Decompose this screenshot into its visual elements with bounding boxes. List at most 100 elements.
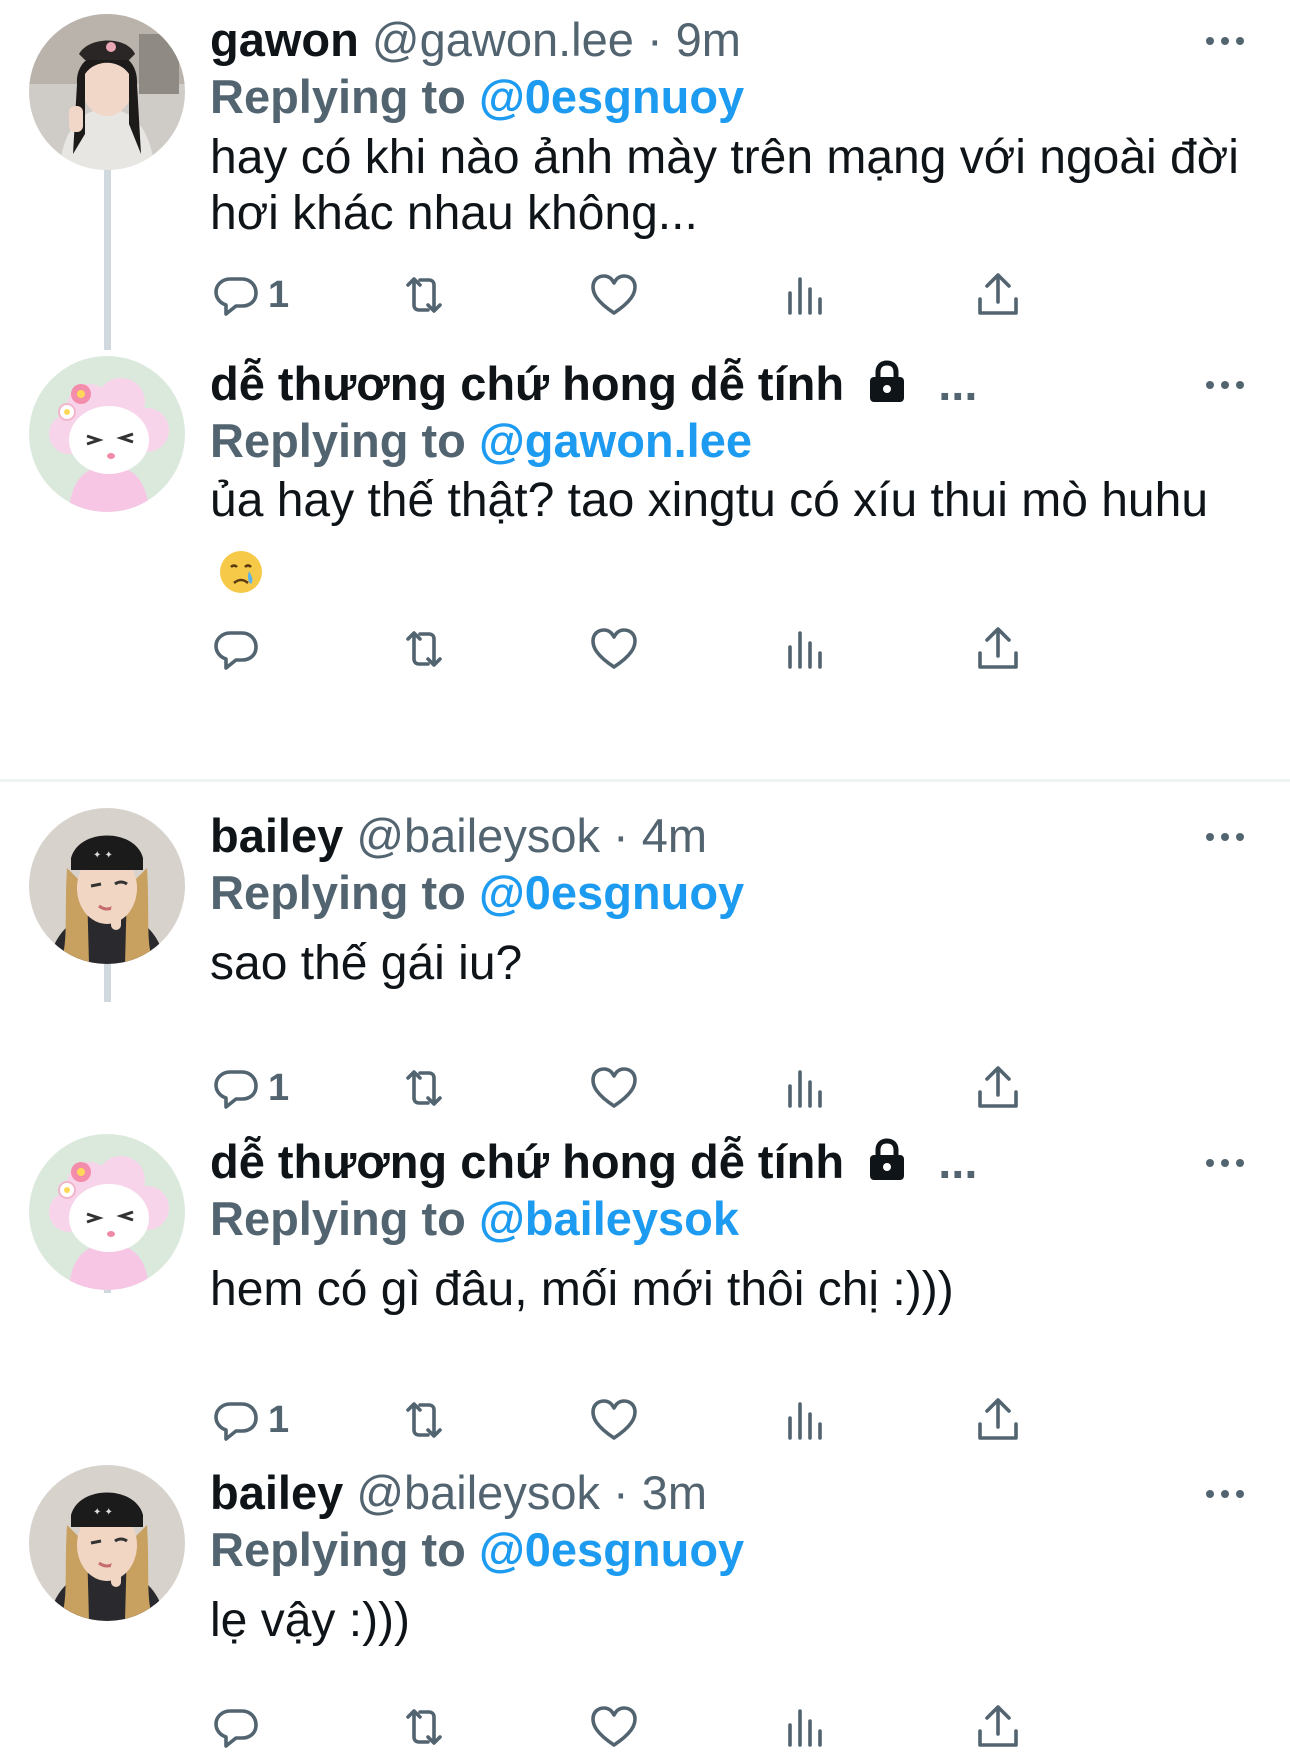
timestamp[interactable]: 3m: [642, 1466, 707, 1519]
replying-to-line: Replying to @0esgnuoy: [210, 865, 744, 921]
retweet-button[interactable]: [398, 619, 450, 679]
display-name[interactable]: bailey: [210, 809, 343, 862]
svg-text:✦ ✦: ✦ ✦: [93, 850, 113, 861]
more-options-icon[interactable]: [1202, 1479, 1248, 1509]
replying-to-label: Replying to: [210, 1523, 466, 1576]
reply-count: 1: [268, 1066, 290, 1109]
retweet-icon: [406, 1402, 442, 1438]
sheep-avatar: [29, 1134, 185, 1290]
retweet-button[interactable]: [398, 1058, 450, 1118]
avatar[interactable]: [29, 1134, 185, 1290]
tweet-header: gawon @gawon.lee · 9m: [210, 12, 741, 68]
like-button[interactable]: [588, 265, 640, 325]
replying-to-label: Replying to: [210, 866, 466, 919]
display-name[interactable]: dễ thương chứ hong dễ tính: [210, 1135, 844, 1188]
replying-to-label: Replying to: [210, 70, 466, 123]
more-options-icon[interactable]: [1202, 370, 1248, 400]
like-icon: [591, 274, 637, 315]
like-icon: [591, 1399, 637, 1440]
reply-button[interactable]: 1: [210, 1058, 289, 1118]
action-bar: 1: [210, 1390, 1150, 1450]
more-options-icon[interactable]: [1202, 26, 1248, 56]
photo-avatar-bailey: ✦ ✦: [29, 808, 185, 964]
like-button[interactable]: [588, 1697, 640, 1757]
action-bar: [210, 619, 1150, 679]
avatar[interactable]: ✦ ✦: [29, 1465, 185, 1621]
display-name[interactable]: bailey: [210, 1466, 343, 1519]
replying-to-mention[interactable]: @gawon.lee: [479, 414, 752, 467]
like-button[interactable]: [588, 619, 640, 679]
display-name[interactable]: dễ thương chứ hong dễ tính: [210, 357, 844, 410]
like-button[interactable]: [588, 1058, 640, 1118]
views-icon: [788, 1402, 822, 1440]
reply-button[interactable]: 1: [210, 265, 289, 325]
avatar[interactable]: [29, 356, 185, 512]
like-button[interactable]: [588, 1390, 640, 1450]
tweet-text: hem có gì đâu, mối mới thôi chị :))): [210, 1263, 954, 1316]
views-button[interactable]: [780, 1697, 832, 1757]
retweet-icon: [406, 1070, 442, 1106]
tweet-text: lẹ vậy :))): [210, 1594, 411, 1647]
reply-count: 1: [268, 1398, 290, 1441]
retweet-button[interactable]: [398, 1697, 450, 1757]
share-button[interactable]: [972, 1058, 1024, 1118]
retweet-button[interactable]: [398, 265, 450, 325]
thread-divider: [0, 779, 1290, 782]
replying-to-mention[interactable]: @0esgnuoy: [479, 866, 744, 919]
name-truncation: ...: [938, 357, 978, 410]
retweet-icon: [406, 277, 442, 313]
reply-count: 1: [268, 273, 290, 316]
separator-dot: ·: [613, 809, 629, 862]
views-button[interactable]: [780, 265, 832, 325]
views-button[interactable]: [780, 1058, 832, 1118]
share-icon: [978, 273, 1018, 315]
share-button[interactable]: [972, 265, 1024, 325]
replying-to-mention[interactable]: @0esgnuoy: [479, 1523, 744, 1576]
views-icon: [788, 277, 822, 315]
photo-avatar-gawon: [29, 14, 185, 170]
user-handle[interactable]: @baileysok: [356, 809, 600, 862]
avatar[interactable]: [29, 14, 185, 170]
photo-avatar-bailey: ✦ ✦: [29, 1465, 185, 1621]
views-button[interactable]: [780, 1390, 832, 1450]
tweet-text: sao thế gái iu?: [210, 937, 523, 990]
share-button[interactable]: [972, 619, 1024, 679]
share-icon: [978, 1705, 1018, 1747]
share-icon: [978, 1066, 1018, 1108]
share-button[interactable]: [972, 1390, 1024, 1450]
separator-dot: ·: [646, 13, 663, 66]
timestamp[interactable]: 4m: [642, 809, 707, 862]
reply-thread: gawon @gawon.lee · 9m Replying to @0esgn…: [0, 0, 1290, 1764]
action-bar: 1: [210, 1058, 1150, 1118]
reply-button[interactable]: [210, 1697, 268, 1757]
user-handle[interactable]: @gawon.lee: [372, 13, 634, 66]
crying-face-emoji: [220, 551, 262, 593]
more-options-icon[interactable]: [1202, 822, 1248, 852]
sheep-avatar: [29, 356, 185, 512]
views-button[interactable]: [780, 619, 832, 679]
avatar[interactable]: ✦ ✦: [29, 808, 185, 964]
retweet-button[interactable]: [398, 1390, 450, 1450]
replying-to-mention[interactable]: @0esgnuoy: [479, 70, 744, 123]
more-options-icon[interactable]: [1202, 1148, 1248, 1178]
reply-icon: [214, 1402, 258, 1441]
reply-button[interactable]: [210, 619, 268, 679]
share-button[interactable]: [972, 1697, 1024, 1757]
reply-button[interactable]: 1: [210, 1390, 289, 1450]
display-name[interactable]: gawon: [210, 13, 359, 66]
replying-to-line: Replying to @0esgnuoy: [210, 69, 744, 125]
reply-icon: [214, 277, 258, 316]
replying-to-line: Replying to @baileysok: [210, 1191, 739, 1247]
timestamp[interactable]: 9m: [676, 13, 741, 66]
share-icon: [978, 627, 1018, 669]
replying-to-mention[interactable]: @baileysok: [479, 1192, 739, 1245]
views-icon: [788, 631, 822, 669]
thread-line: [104, 160, 111, 350]
like-icon: [591, 1706, 637, 1747]
separator-dot: ·: [613, 1466, 629, 1519]
lock-icon: [870, 1138, 905, 1180]
tweet-header: dễ thương chứ hong dễ tính ...: [210, 1134, 977, 1190]
action-bar: [210, 1697, 1150, 1757]
reply-icon: [214, 631, 258, 670]
user-handle[interactable]: @baileysok: [356, 1466, 600, 1519]
